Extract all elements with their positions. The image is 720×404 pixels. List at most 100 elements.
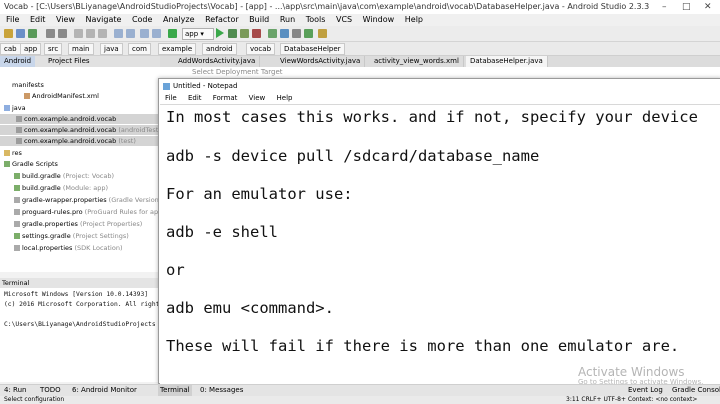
menu-analyze[interactable]: Analyze xyxy=(163,15,195,24)
android-monitor-icon[interactable] xyxy=(268,29,277,38)
breadcrumb-item[interactable]: app xyxy=(20,43,42,55)
stop-icon[interactable] xyxy=(252,29,261,38)
tree-item[interactable]: Gradle Scripts xyxy=(0,159,160,169)
terminal-output[interactable]: Microsoft Windows [Version 10.0.14393] (… xyxy=(0,288,201,382)
back-icon[interactable] xyxy=(140,29,149,38)
make-project-icon[interactable] xyxy=(168,29,177,38)
tab-database-helper[interactable]: DatabaseHelper.java xyxy=(466,56,548,67)
cut-icon[interactable] xyxy=(74,29,83,38)
notepad-window: Untitled - Notepad File Edit Format View… xyxy=(158,78,720,384)
breadcrumb-item[interactable]: cab xyxy=(0,43,21,55)
close-icon[interactable]: ✕ xyxy=(704,0,712,14)
notepad-title-bar: Untitled - Notepad xyxy=(159,79,720,93)
project-view-tabs: Android Project Files xyxy=(0,56,160,67)
menu-help[interactable]: Help xyxy=(405,15,423,24)
tab-messages[interactable]: 0: Messages xyxy=(200,385,243,396)
menu-bar: File Edit View Navigate Code Analyze Ref… xyxy=(0,14,720,26)
tab-todo[interactable]: TODO xyxy=(40,385,61,396)
help-icon[interactable] xyxy=(318,29,327,38)
tab-activity-view-words[interactable]: activity_view_words.xml xyxy=(370,56,464,67)
tab-gradle-console[interactable]: Gradle Console xyxy=(672,385,720,396)
avd-manager-icon[interactable] xyxy=(292,29,301,38)
notepad-menu-format[interactable]: Format xyxy=(213,94,238,102)
gradle-icon xyxy=(4,161,10,167)
notepad-menu-edit[interactable]: Edit xyxy=(188,94,202,102)
run-config-select[interactable]: app ▾ xyxy=(182,28,214,40)
sync-icon[interactable] xyxy=(28,29,37,38)
replace-icon[interactable] xyxy=(126,29,135,38)
tab-view-words-activity[interactable]: ViewWordsActivity.java xyxy=(276,56,366,67)
paste-icon[interactable] xyxy=(98,29,107,38)
tree-item[interactable]: settings.gradle (Project Settings) xyxy=(0,231,160,241)
breadcrumb-item[interactable]: example xyxy=(158,43,197,55)
menu-build[interactable]: Build xyxy=(249,15,269,24)
save-icon[interactable] xyxy=(16,29,25,38)
terminal-line: Microsoft Windows [Version 10.0.14393] xyxy=(4,291,149,298)
tree-item[interactable]: com.example.android.vocab (test) xyxy=(0,136,160,146)
menu-tools[interactable]: Tools xyxy=(306,15,326,24)
file-icon xyxy=(14,197,20,203)
menu-run[interactable]: Run xyxy=(280,15,295,24)
package-icon xyxy=(16,127,22,133)
tab-project-files[interactable]: Project Files xyxy=(44,56,94,67)
menu-navigate[interactable]: Navigate xyxy=(86,15,122,24)
redo-icon[interactable] xyxy=(58,29,67,38)
package-icon xyxy=(16,138,22,144)
tree-item[interactable]: build.gradle (Project: Vocab) xyxy=(0,171,160,181)
tree-item[interactable]: gradle.properties (Project Properties) xyxy=(0,219,160,229)
run-icon[interactable] xyxy=(216,28,224,38)
tab-android-monitor[interactable]: 6: Android Monitor xyxy=(72,385,137,396)
maximize-icon[interactable]: □ xyxy=(682,0,691,14)
menu-refactor[interactable]: Refactor xyxy=(205,15,239,24)
copy-icon[interactable] xyxy=(86,29,95,38)
debug-icon[interactable] xyxy=(228,29,237,38)
find-icon[interactable] xyxy=(114,29,123,38)
text-line: adb -e shell xyxy=(166,223,278,241)
tree-item[interactable]: gradle-wrapper.properties (Gradle Versio… xyxy=(0,195,161,205)
breadcrumb-item[interactable]: src xyxy=(44,43,63,55)
open-folder-icon[interactable] xyxy=(4,29,13,38)
tree-item[interactable]: com.example.android.vocab xyxy=(0,114,160,124)
tab-run[interactable]: 4: Run xyxy=(4,385,26,396)
breadcrumb-item[interactable]: java xyxy=(100,43,123,55)
breadcrumb-item[interactable]: com xyxy=(128,43,151,55)
tree-item[interactable]: AndroidManifest.xml xyxy=(0,91,160,101)
tree-item[interactable]: res xyxy=(0,148,160,158)
editor-tabs: AddWordsActivity.java ViewWordsActivity.… xyxy=(160,56,720,67)
minimize-icon[interactable]: – xyxy=(662,0,667,14)
breadcrumb-item[interactable]: vocab xyxy=(246,43,276,55)
breadcrumb-item[interactable]: main xyxy=(68,43,94,55)
tree-item[interactable]: local.properties (SDK Location) xyxy=(0,243,160,253)
undo-icon[interactable] xyxy=(46,29,55,38)
tab-event-log[interactable]: Event Log xyxy=(628,385,663,396)
forward-icon[interactable] xyxy=(152,29,161,38)
terminal-line: C:\Users\BLiyanage\AndroidStudioProjects xyxy=(4,321,156,328)
status-bar: Select configuration 3:11 CRLF+ UTF-8+ C… xyxy=(0,396,720,404)
menu-file[interactable]: File xyxy=(6,15,19,24)
tab-add-words-activity[interactable]: AddWordsActivity.java xyxy=(174,56,261,67)
breadcrumb-item[interactable]: android xyxy=(202,43,237,55)
tab-terminal[interactable]: Terminal xyxy=(158,385,192,396)
text-line: For an emulator use: xyxy=(166,185,353,203)
notepad-menu-help[interactable]: Help xyxy=(277,94,293,102)
menu-edit[interactable]: Edit xyxy=(30,15,46,24)
breadcrumb-item[interactable]: DatabaseHelper xyxy=(280,43,345,55)
menu-code[interactable]: Code xyxy=(132,15,152,24)
sync-gradle-icon[interactable] xyxy=(280,29,289,38)
tree-item[interactable]: build.gradle (Module: app) xyxy=(0,183,160,193)
sdk-manager-icon[interactable] xyxy=(304,29,313,38)
tab-android[interactable]: Android xyxy=(0,56,36,67)
menu-view[interactable]: View xyxy=(56,15,75,24)
notepad-menu-file[interactable]: File xyxy=(165,94,177,102)
tree-item[interactable]: com.example.android.vocab (androidTest) xyxy=(0,125,161,135)
window-title-bar: Vocab - [C:\Users\BLiyanage\AndroidStudi… xyxy=(0,0,720,14)
tree-item[interactable]: proguard-rules.pro (ProGuard Rules for a… xyxy=(0,207,165,217)
menu-vcs[interactable]: VCS xyxy=(336,15,352,24)
status-info: 3:11 CRLF+ UTF-8+ Context: <no context> xyxy=(566,396,698,403)
coverage-icon[interactable] xyxy=(240,29,249,38)
notepad-menu-view[interactable]: View xyxy=(249,94,266,102)
notepad-text-area[interactable]: In most cases this works. and if not, sp… xyxy=(160,104,720,384)
tree-item[interactable]: manifests xyxy=(0,80,160,90)
menu-window[interactable]: Window xyxy=(363,15,395,24)
tree-item[interactable]: java xyxy=(0,103,160,113)
